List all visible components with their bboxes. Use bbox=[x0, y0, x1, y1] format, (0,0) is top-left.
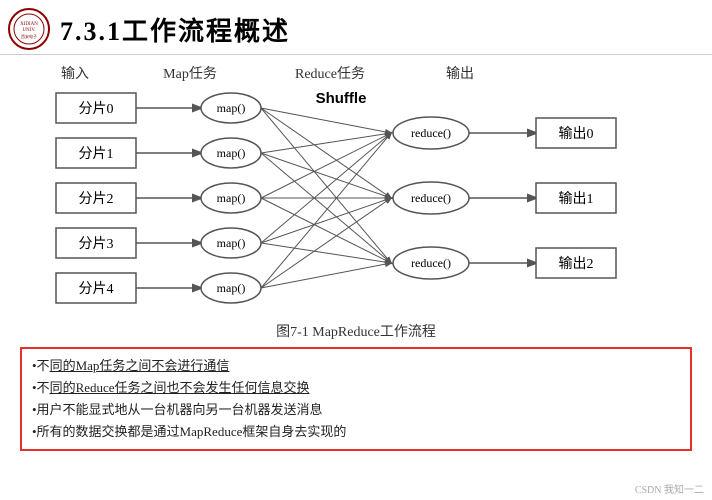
svg-text:输出1: 输出1 bbox=[559, 191, 594, 207]
svg-text:reduce(): reduce() bbox=[411, 126, 451, 140]
page-title: 7.3.1工作流程概述 bbox=[60, 11, 290, 48]
svg-text:分片2: 分片2 bbox=[79, 191, 114, 207]
bullet-4: •所有的数据交换都是通过MapReduce框架自身去实现的 bbox=[32, 421, 680, 443]
svg-text:分片4: 分片4 bbox=[79, 281, 114, 297]
watermark: CSDN 我知一二 bbox=[635, 481, 704, 496]
diagram-caption: 图7-1 MapReduce工作流程 bbox=[0, 321, 712, 341]
svg-text:输出0: 输出0 bbox=[559, 126, 594, 142]
svg-text:输出2: 输出2 bbox=[559, 256, 594, 272]
svg-text:map(): map() bbox=[217, 146, 246, 160]
bullet-3: •用户不能显式地从一台机器向另一台机器发送消息 bbox=[32, 399, 680, 421]
svg-text:reduce(): reduce() bbox=[411, 256, 451, 270]
svg-text:XIDIAN: XIDIAN bbox=[20, 22, 38, 27]
col-header-reduce: Reduce任务 bbox=[250, 63, 410, 83]
col-header-output: 输出 bbox=[410, 63, 510, 83]
logo-icon: XIDIAN UNIV. 西安电子 bbox=[8, 8, 50, 50]
col-header-map: Map任务 bbox=[130, 63, 250, 83]
svg-text:map(): map() bbox=[217, 191, 246, 205]
svg-text:map(): map() bbox=[217, 101, 246, 115]
svg-text:分片3: 分片3 bbox=[79, 236, 114, 252]
svg-text:西安电子: 西安电子 bbox=[21, 33, 37, 39]
col-header-input: 输入 bbox=[20, 63, 130, 83]
bullet-1: •不同的Map任务之间不会进行通信 bbox=[32, 355, 680, 377]
bullet-2: •不同的Reduce任务之间也不会发生任何信息交换 bbox=[32, 377, 680, 399]
header: XIDIAN UNIV. 西安电子 7.3.1工作流程概述 bbox=[0, 0, 712, 55]
svg-text:Shuffle: Shuffle bbox=[316, 90, 367, 107]
svg-text:map(): map() bbox=[217, 236, 246, 250]
svg-text:分片0: 分片0 bbox=[79, 101, 114, 117]
diagram-area: 输入 Map任务 Reduce任务 输出 分片0 分片1 分片2 分片3 分片4… bbox=[0, 55, 712, 319]
bullet-list: •不同的Map任务之间不会进行通信 •不同的Reduce任务之间也不会发生任何信… bbox=[20, 347, 692, 451]
svg-text:分片1: 分片1 bbox=[79, 146, 114, 162]
mapreduce-diagram: 分片0 分片1 分片2 分片3 分片4 map() map() map() ma… bbox=[46, 85, 666, 315]
svg-text:UNIV.: UNIV. bbox=[22, 28, 35, 33]
svg-text:map(): map() bbox=[217, 281, 246, 295]
svg-text:reduce(): reduce() bbox=[411, 191, 451, 205]
